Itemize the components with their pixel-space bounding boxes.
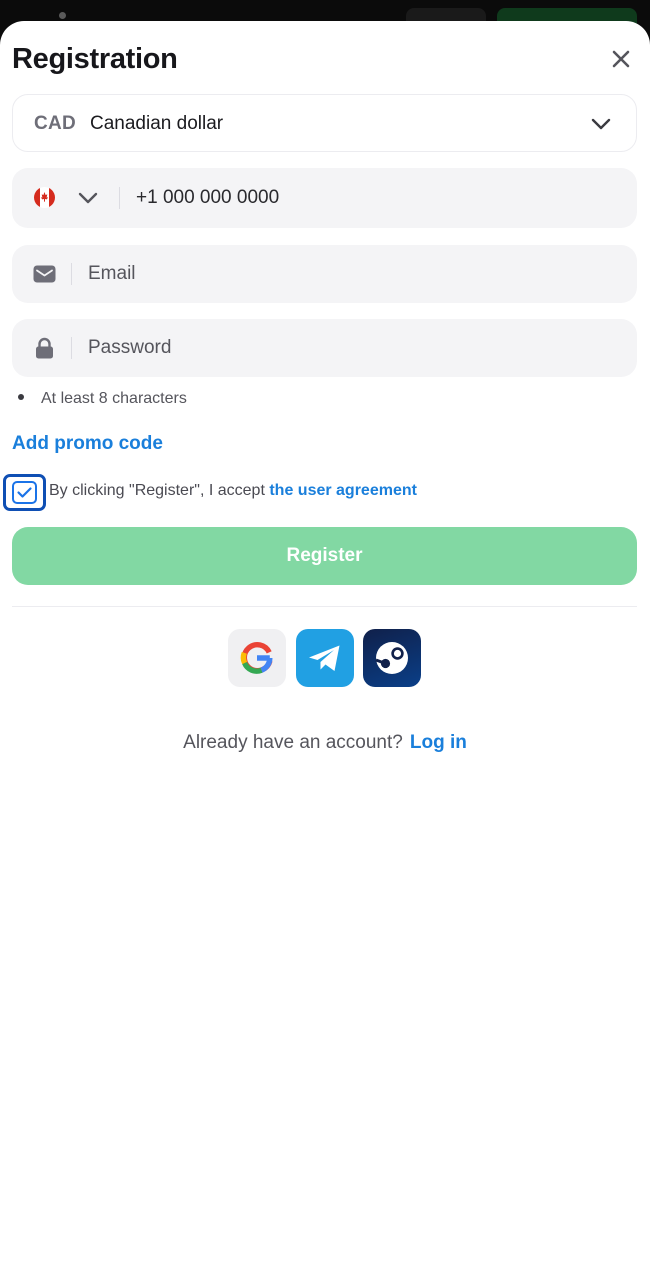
email-field — [12, 245, 637, 303]
currency-name: Canadian dollar — [90, 113, 224, 134]
close-icon — [612, 50, 630, 68]
steam-login-button[interactable] — [363, 629, 421, 687]
password-field — [12, 319, 637, 377]
checkbox-square — [12, 481, 37, 504]
currency-select[interactable]: CAD Canadian dollar — [12, 94, 637, 152]
canada-flag-icon[interactable] — [34, 187, 55, 208]
phone-field — [12, 168, 637, 228]
checkmark-icon — [17, 487, 32, 498]
divider — [71, 263, 72, 285]
agreement-text: By clicking "Register", I accept the use… — [49, 482, 417, 500]
lock-icon — [36, 337, 53, 359]
divider — [71, 337, 72, 359]
google-icon — [240, 642, 273, 674]
login-prompt: Already have an account? Log in — [0, 732, 650, 754]
phone-input[interactable] — [136, 184, 536, 212]
page-title: Registration — [12, 43, 178, 75]
bullet-icon — [18, 393, 24, 400]
password-input[interactable] — [88, 334, 588, 362]
password-hint: At least 8 characters — [18, 390, 187, 408]
country-chevron-down-icon[interactable] — [77, 187, 99, 209]
telegram-icon — [309, 645, 340, 671]
divider — [12, 606, 637, 607]
registration-sheet: Registration CAD Canadian dollar +1 000 … — [0, 21, 650, 1280]
telegram-login-button[interactable] — [296, 629, 354, 687]
steam-icon — [375, 642, 408, 674]
divider — [119, 187, 120, 209]
close-button[interactable] — [606, 44, 636, 74]
register-button[interactable]: Register — [12, 527, 637, 585]
agreement-checkbox[interactable] — [3, 474, 46, 511]
log-in-link[interactable]: Log in — [410, 732, 467, 753]
google-login-button[interactable] — [228, 629, 286, 687]
envelope-icon — [33, 265, 56, 283]
login-prompt-text: Already have an account? — [183, 732, 403, 753]
email-input[interactable] — [88, 260, 588, 288]
currency-code: CAD — [34, 113, 77, 134]
add-promo-code-link[interactable]: Add promo code — [12, 433, 163, 455]
agreement-label: By clicking "Register", I accept — [49, 482, 265, 499]
password-hint-text: At least 8 characters — [41, 390, 187, 407]
chevron-down-icon — [591, 118, 611, 130]
user-agreement-link[interactable]: the user agreement — [269, 482, 417, 499]
background-dot — [59, 12, 66, 19]
